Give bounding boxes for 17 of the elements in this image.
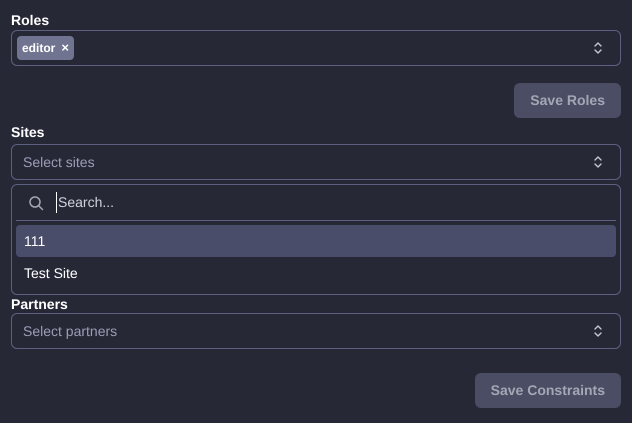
search-field[interactable]: Search... bbox=[56, 192, 616, 213]
tag-remove[interactable]: × bbox=[61, 38, 69, 58]
site-option[interactable]: 111 bbox=[16, 225, 616, 257]
field-label: Roles bbox=[11, 11, 50, 29]
chevron-up-down-icon bbox=[593, 41, 603, 55]
roles-select[interactable]: editor × bbox=[11, 30, 621, 66]
sites-select[interactable]: Select sites bbox=[11, 144, 621, 180]
field-label: Sites bbox=[11, 123, 46, 141]
select-placeholder: Select sites bbox=[23, 152, 95, 172]
tag-text: editor bbox=[22, 40, 56, 57]
chevron-up-down-icon bbox=[593, 324, 603, 338]
chevron-up-down-icon bbox=[593, 155, 603, 169]
field-label: Partners bbox=[11, 295, 69, 313]
site-option[interactable]: Test Site bbox=[16, 257, 616, 289]
partners-select[interactable]: Select partners bbox=[11, 313, 621, 349]
select-placeholder: Select partners bbox=[23, 322, 118, 341]
search-icon bbox=[28, 194, 44, 210]
